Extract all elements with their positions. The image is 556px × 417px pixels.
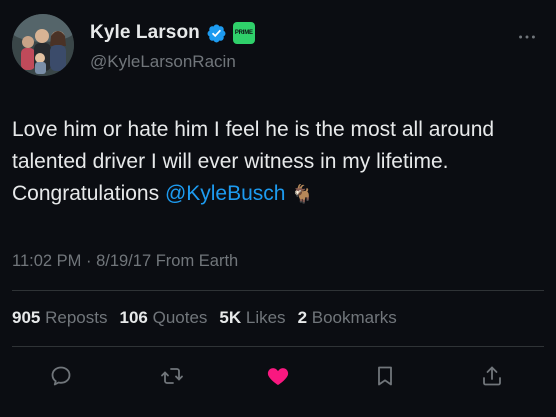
prime-badge: PRIME <box>232 22 255 44</box>
repost-icon[interactable] <box>156 360 188 392</box>
likes-stat[interactable]: 5K Likes <box>219 308 285 328</box>
author-display-name[interactable]: Kyle Larson <box>90 22 200 44</box>
tweet-text: Love him or hate him I feel he is the mo… <box>12 114 532 210</box>
quotes-label: Quotes <box>152 308 208 327</box>
reply-icon[interactable] <box>45 360 77 392</box>
reposts-stat[interactable]: 905 Reposts <box>12 308 107 328</box>
bookmarks-label: Bookmarks <box>311 308 397 327</box>
reposts-count: 905 <box>12 308 41 327</box>
verified-badge-icon <box>206 23 227 44</box>
bookmarks-count: 2 <box>297 308 308 327</box>
quotes-count: 106 <box>119 308 148 327</box>
reposts-label: Reposts <box>45 308 108 327</box>
author-name-row: Kyle Larson PRIME <box>90 22 255 44</box>
bookmark-icon[interactable] <box>369 360 401 392</box>
divider <box>12 346 544 347</box>
more-horizontal-icon[interactable] <box>516 26 538 53</box>
avatar[interactable] <box>12 14 74 76</box>
mention-link[interactable]: @KyleBusch <box>165 182 286 205</box>
tweet-timestamp[interactable]: 11:02 PM · 8/19/17 From Earth <box>12 252 238 271</box>
heart-icon[interactable] <box>262 360 294 392</box>
divider <box>12 290 544 291</box>
likes-count: 5K <box>219 308 242 327</box>
likes-label: Likes <box>245 308 286 327</box>
author-handle[interactable]: @KyleLarsonRacin <box>90 52 236 72</box>
goat-emoji: 🐐 <box>291 184 314 204</box>
action-bar <box>0 360 556 396</box>
quotes-stat[interactable]: 106 Quotes <box>119 308 207 328</box>
bookmarks-stat[interactable]: 2 Bookmarks <box>298 308 397 328</box>
engagement-stats: 905 Reposts 106 Quotes 5K Likes 2 Bookma… <box>12 308 409 328</box>
share-icon[interactable] <box>476 360 508 392</box>
